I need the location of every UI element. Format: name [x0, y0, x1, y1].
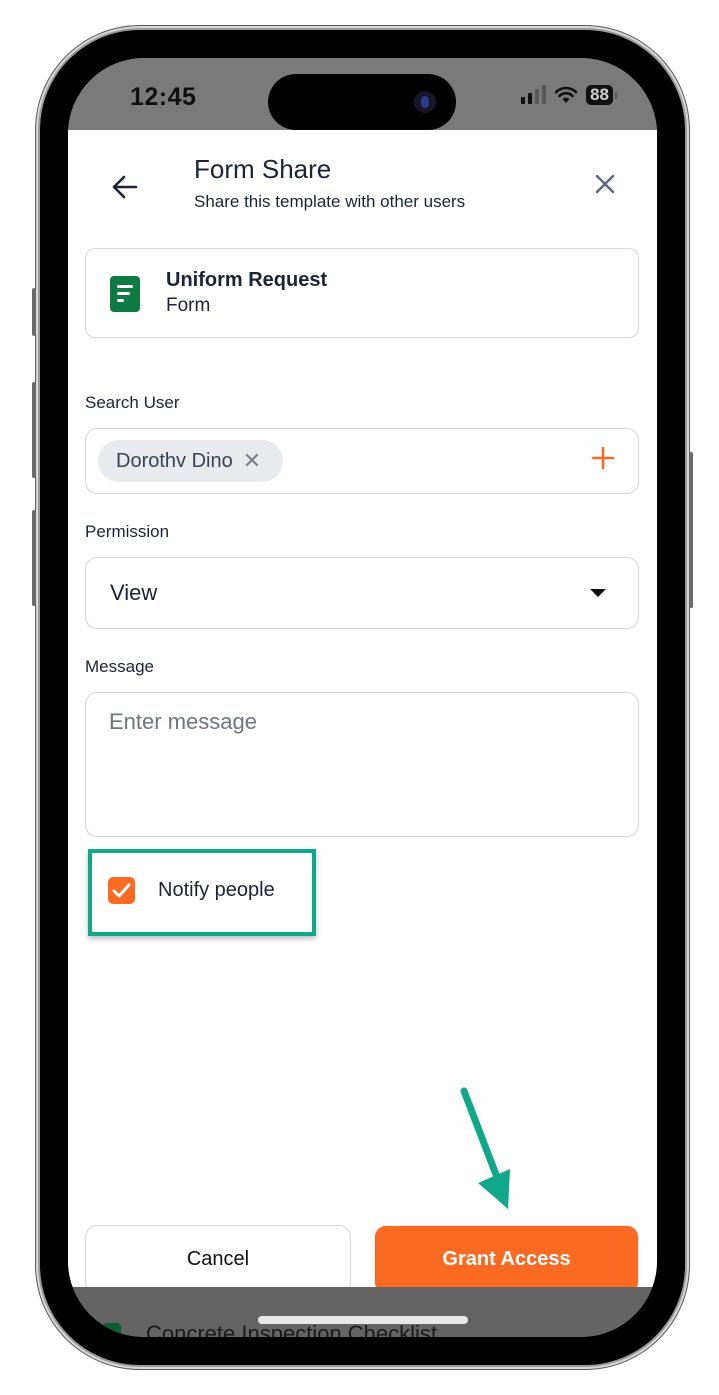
phone-volume-up-button: [32, 382, 36, 478]
battery-tip: [615, 91, 617, 99]
phone-screen: 12:45 88 Form Share Share this template …: [68, 58, 657, 1337]
message-field[interactable]: [85, 692, 639, 837]
user-chip[interactable]: Dorothv Dino ✕: [98, 440, 284, 482]
camera-icon: [414, 91, 436, 113]
grant-access-button[interactable]: Grant Access: [374, 1225, 639, 1294]
checkmark-icon: [112, 883, 131, 898]
status-bar: 12:45 88: [68, 58, 657, 130]
message-label: Message: [85, 657, 154, 676]
dynamic-island: [268, 74, 456, 130]
phone-power-button: [689, 452, 693, 608]
plus-icon[interactable]: [590, 445, 616, 471]
background-list: Concrete Inspection Checklist: [68, 1287, 657, 1337]
permission-select[interactable]: View: [85, 557, 639, 629]
form-share-sheet: Form Share Share this template with othe…: [68, 130, 657, 1294]
search-user-label: Search User: [85, 393, 180, 412]
permission-value: View: [110, 580, 158, 605]
sheet-header: Form Share Share this template with othe…: [68, 130, 657, 230]
chevron-down-icon: [590, 589, 606, 597]
status-icons: 88: [521, 85, 617, 105]
home-indicator[interactable]: [258, 1316, 468, 1324]
permission-label: Permission: [85, 522, 170, 541]
message-input[interactable]: [109, 709, 609, 819]
form-document-icon: [103, 1323, 121, 1337]
search-user-input[interactable]: Dorothv Dino ✕: [85, 428, 639, 494]
form-document-icon: [110, 276, 140, 312]
wifi-icon: [554, 86, 578, 103]
page-title: Form Share: [194, 154, 332, 184]
user-chip-name: Dorothv Dino: [116, 449, 233, 472]
phone-action-button: [32, 288, 36, 336]
battery-icon: 88: [586, 85, 613, 105]
notify-checkbox[interactable]: [108, 877, 135, 904]
template-card: Uniform Request Form: [85, 248, 639, 338]
status-time: 12:45: [130, 83, 197, 111]
arrow-left-icon[interactable]: [110, 172, 140, 202]
template-type: Form: [166, 295, 211, 316]
signal-icon: [521, 85, 547, 104]
close-icon[interactable]: [593, 172, 617, 196]
cancel-button[interactable]: Cancel: [85, 1225, 351, 1294]
annotation-arrow-icon: [460, 1087, 510, 1209]
phone-frame: 12:45 88 Form Share Share this template …: [32, 30, 693, 1365]
phone-volume-down-button: [32, 510, 36, 606]
page-subtitle: Share this template with other users: [194, 192, 466, 211]
remove-user-icon[interactable]: ✕: [243, 450, 261, 472]
template-name: Uniform Request: [166, 269, 328, 291]
notify-label[interactable]: Notify people: [158, 879, 275, 902]
